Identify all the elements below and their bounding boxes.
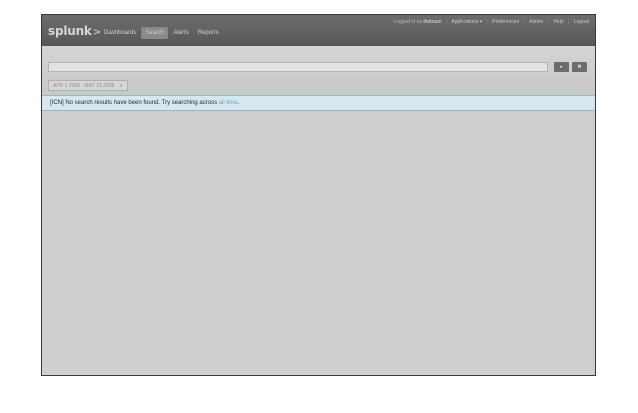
close-icon: ✖	[577, 64, 582, 70]
applications-label: Applications	[451, 19, 479, 25]
play-icon: ▸	[560, 64, 563, 70]
clear-search-button[interactable]: ✖	[572, 62, 587, 72]
run-search-button[interactable]: ▸	[554, 62, 569, 72]
main-nav: Dashboards Search Alerts Reports	[100, 27, 224, 39]
logout-link[interactable]: Logout	[574, 19, 589, 25]
nav-dashboards[interactable]: Dashboards	[100, 27, 140, 39]
user-menu-bar: Logged in as thebauri | Applications ▾ |…	[393, 19, 589, 25]
nav-search[interactable]: Search	[141, 27, 169, 39]
time-range-label: APR 1 2008 - MAY 16 2008	[53, 83, 115, 89]
preferences-link[interactable]: Preferences	[492, 19, 519, 25]
separator: |	[523, 19, 525, 25]
nav-reports[interactable]: Reports	[194, 27, 223, 39]
results-area	[42, 111, 595, 375]
message-suffix: .	[237, 100, 240, 106]
logo-text: splunk	[48, 24, 92, 38]
no-results-message: [ICN] No search results have been found.…	[42, 95, 595, 111]
dropdown-arrow-icon: ▼	[119, 83, 124, 88]
top-header-bar: splunk> Dashboards Search Alerts Reports…	[42, 15, 595, 46]
username: thebauri	[423, 19, 442, 25]
admin-link[interactable]: Admin	[529, 19, 543, 25]
separator: |	[568, 19, 570, 25]
help-link[interactable]: Help	[553, 19, 563, 25]
separator: |	[547, 19, 549, 25]
search-panel: ▸ ✖ APR 1 2008 - MAY 16 2008 ▼	[42, 46, 595, 95]
app-window: splunk> Dashboards Search Alerts Reports…	[41, 14, 596, 376]
separator: |	[486, 19, 488, 25]
chevron-down-icon: ▾	[479, 19, 483, 25]
splunk-logo[interactable]: splunk>	[48, 24, 101, 38]
search-input[interactable]	[48, 62, 548, 72]
logged-in-label: Logged in as	[393, 19, 422, 25]
nav-alerts[interactable]: Alerts	[169, 27, 192, 39]
separator: |	[445, 19, 448, 25]
all-time-link[interactable]: all time	[219, 100, 238, 106]
time-range-picker[interactable]: APR 1 2008 - MAY 16 2008 ▼	[48, 80, 129, 91]
info-icon: [ICN]	[50, 100, 64, 106]
applications-menu[interactable]: Applications ▾	[451, 19, 482, 25]
message-text: No search results have been found. Try s…	[65, 100, 218, 106]
